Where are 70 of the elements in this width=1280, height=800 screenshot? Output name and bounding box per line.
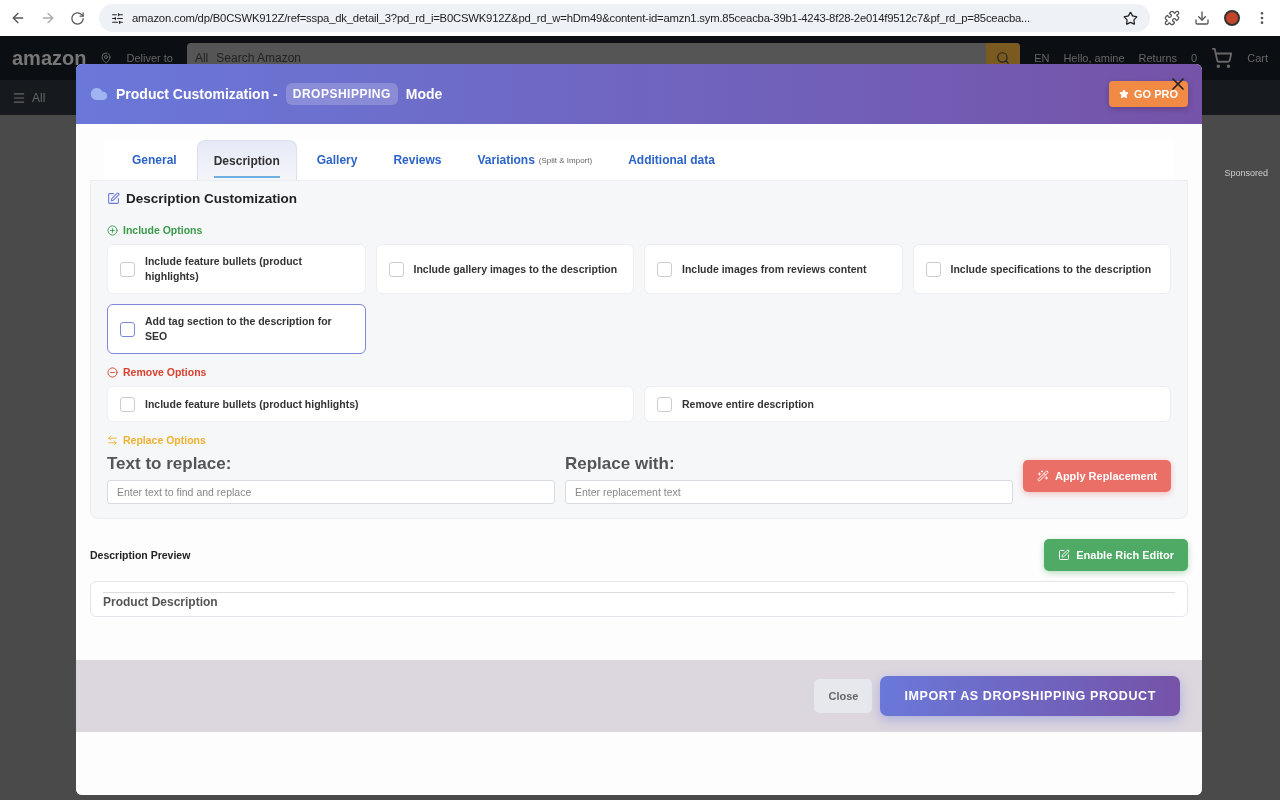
download-icon[interactable] bbox=[1194, 10, 1210, 26]
close-button[interactable]: Close bbox=[814, 679, 873, 713]
edit-icon bbox=[1058, 549, 1071, 561]
tab[interactable]: General bbox=[116, 140, 193, 180]
cart-icon[interactable] bbox=[1211, 47, 1234, 69]
site-settings-icon[interactable] bbox=[111, 11, 124, 25]
back-icon[interactable] bbox=[10, 10, 26, 26]
checkbox[interactable] bbox=[120, 321, 135, 337]
deliver-label: Deliver to bbox=[126, 52, 173, 64]
modal-title-suffix: Mode bbox=[405, 86, 443, 102]
greeting-label[interactable]: Hello, amine bbox=[1063, 52, 1125, 64]
star-icon bbox=[1119, 89, 1129, 99]
option-label: Include images from reviews content bbox=[682, 261, 867, 277]
site-logo[interactable]: amazon bbox=[12, 46, 87, 70]
option-label: Include feature bullets (product highlights) bbox=[145, 396, 359, 412]
tab[interactable]: Gallery bbox=[300, 140, 374, 180]
mode-badge: DROPSHIPPING bbox=[285, 83, 398, 105]
option-label: Include gallery images to the description bbox=[413, 261, 618, 277]
field-label: Text to replace: bbox=[107, 454, 233, 474]
sponsored-label: Sponsored bbox=[1224, 168, 1268, 178]
wand-icon bbox=[1036, 470, 1049, 482]
forward-icon[interactable] bbox=[40, 10, 56, 26]
section-title: Description Customization bbox=[126, 191, 297, 206]
option-card[interactable]: Remove entire description bbox=[644, 386, 1171, 422]
tab[interactable]: Description bbox=[196, 140, 297, 180]
enable-rich-editor-button[interactable]: Enable Rich Editor bbox=[1044, 539, 1188, 571]
option-label: Remove entire description bbox=[682, 396, 814, 412]
input-field[interactable]: Enter replacement text bbox=[565, 480, 1013, 504]
modal-title: Product Customization - bbox=[116, 86, 278, 102]
checkbox[interactable] bbox=[388, 261, 404, 277]
import-button[interactable]: IMPORT AS DROPSHIPPING PRODUCT bbox=[880, 676, 1180, 716]
option-card[interactable]: Include gallery images to the description bbox=[375, 244, 634, 294]
cart-label[interactable]: Cart bbox=[1247, 52, 1268, 64]
option-card[interactable]: Include feature bullets (product highlights) bbox=[107, 244, 366, 294]
bookmark-icon[interactable] bbox=[1123, 10, 1138, 26]
extensions-icon[interactable] bbox=[1164, 10, 1180, 26]
option-card[interactable]: Include feature bullets (product highlights) bbox=[107, 386, 634, 422]
option-label: Include feature bullets (product highlights) bbox=[145, 254, 303, 284]
tab[interactable]: Variations (Split & Import) bbox=[461, 140, 609, 180]
profile-avatar[interactable] bbox=[1224, 10, 1240, 26]
group-label: Remove Options bbox=[123, 366, 207, 378]
group-label: Replace Options bbox=[123, 434, 206, 446]
input-field[interactable]: Enter text to find and replace bbox=[107, 480, 555, 504]
option-card[interactable]: Include specifications to the description bbox=[912, 244, 1171, 294]
option-label: Include specifications to the description bbox=[950, 261, 1152, 277]
tab[interactable]: Reviews bbox=[377, 140, 458, 180]
option-card[interactable]: Add tag section to the description for SEO bbox=[107, 304, 366, 354]
option-card[interactable]: Include images from reviews content bbox=[644, 244, 903, 294]
search-icon bbox=[996, 51, 1011, 65]
returns-label[interactable]: Returns bbox=[1138, 52, 1178, 64]
checkbox[interactable] bbox=[120, 396, 135, 412]
location-icon bbox=[100, 52, 113, 64]
checkbox[interactable] bbox=[925, 261, 941, 277]
reload-icon[interactable] bbox=[70, 10, 85, 26]
checkbox[interactable] bbox=[657, 396, 672, 412]
field-label: Replace with: bbox=[565, 454, 676, 474]
cart-count: 0 bbox=[1191, 52, 1198, 64]
edit-icon bbox=[107, 192, 120, 205]
option-label: Add tag section to the description for SEO bbox=[145, 314, 333, 344]
all-menu-label[interactable]: All bbox=[32, 90, 46, 105]
checkbox[interactable] bbox=[657, 261, 672, 277]
language-label[interactable]: EN bbox=[1034, 52, 1050, 64]
checkbox[interactable] bbox=[120, 261, 135, 277]
group-label: Include Options bbox=[123, 224, 203, 236]
preview-label: Description Preview bbox=[90, 549, 191, 561]
apply-replacement-button[interactable]: Apply Replacement bbox=[1023, 460, 1171, 492]
tab[interactable]: Additional data bbox=[612, 140, 731, 180]
preview-heading: Product Description bbox=[103, 592, 1175, 609]
cloud-icon bbox=[90, 85, 108, 103]
address-bar[interactable]: amazon.com/dp/B0CSWK912Z/ref=sspa_dk_detail_3?pd_rd_i=B0CSWK912Z&pd_rd_w=hDm49&content-id=amzn1.sym.85ceacba-39b1-4243-8f28-2e014f9512c7&pf_rd_p=85ceacba... bbox=[99, 4, 1150, 32]
